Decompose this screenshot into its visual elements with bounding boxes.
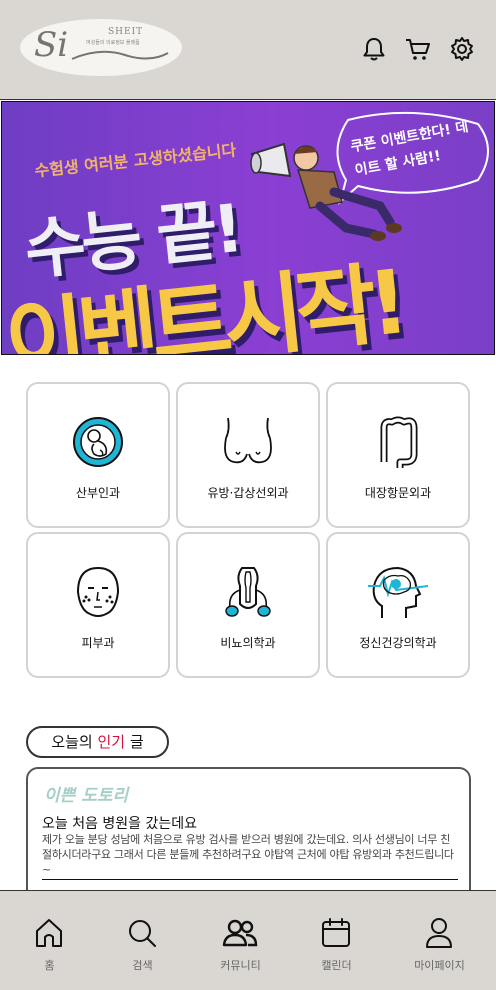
popular-post-card[interactable]: 이쁜 도토리 오늘 처음 병원을 갔는데요 제가 오늘 분당 성남에 처음으로 … [26,767,471,907]
nav-item-mypage[interactable]: 마이페이지 [390,891,489,990]
post-body: 제가 오늘 분당 성남에 처음으로 유방 검사를 받으러 병원에 갔는데요. 의… [42,833,454,876]
app-header: Si SHEIT 여성들의 의료정보 플랫폼 [0,0,496,100]
logo-swoosh [71,50,169,60]
post-author: 이쁜 도토리 [44,786,129,806]
post-divider [42,879,458,880]
nav-label: 커뮤니티 [220,959,261,972]
department-card-urology[interactable]: 비뇨의학과 [176,532,320,678]
post-title: 오늘 처음 병원을 갔는데요 [42,816,198,832]
department-card-breast-thyroid[interactable]: 유방·갑상선외과 [176,382,320,528]
nav-label: 마이페이지 [414,959,465,972]
popular-title-highlight: 인기 [97,733,126,751]
nav-label: 캘린더 [321,959,352,972]
nav-label: 검색 [132,959,153,972]
gear-icon[interactable] [449,36,475,62]
banner-subtitle: 수험생 여러분 고생하셨습니다 [33,140,238,181]
department-card-psychiatry[interactable]: 정신건강의학과 [326,532,470,678]
fetus-icon [73,417,123,467]
megaphone-person-icon [250,142,402,241]
app-logo[interactable]: Si SHEIT 여성들의 의료정보 플랫폼 [20,19,182,76]
department-card-colorectal[interactable]: 대장항문외과 [326,382,470,528]
department-label: 유방·갑상선외과 [207,486,289,500]
nav-item-search[interactable]: 검색 [93,891,192,990]
popular-title-prefix: 오늘의 [51,733,98,751]
bottom-nav: 홈 검색 커뮤니티 캘린더 마이페이지 [0,890,496,990]
department-label: 산부인과 [75,486,121,500]
colon-icon [380,416,418,468]
logo-mark: Si [34,25,69,65]
face-skin-icon [76,566,120,617]
department-label: 비뇨의학과 [220,636,276,650]
department-label: 대장항문외과 [364,486,432,500]
department-card-obgyn[interactable]: 산부인과 [26,382,170,528]
community-icon [222,919,258,947]
department-label: 피부과 [81,636,115,650]
search-icon [129,920,156,947]
brain-icon [368,566,428,618]
nav-item-community[interactable]: 커뮤니티 [191,891,290,990]
department-label: 정신건강의학과 [359,636,437,650]
bell-icon[interactable] [361,36,387,62]
home-icon [36,919,62,947]
urology-icon [225,567,271,617]
nav-label: 홈 [44,959,55,972]
cart-icon[interactable] [405,36,431,62]
event-banner[interactable]: 수험생 여러분 고생하셨습니다 수능 끝! 이벤트시작! 쿠폰 이벤트한다! 데… [1,101,495,355]
nav-item-home[interactable]: 홈 [0,891,99,990]
person-icon [426,918,452,948]
department-card-dermatology[interactable]: 피부과 [26,532,170,678]
popular-section-title: 오늘의 인기 글 [26,726,169,758]
popular-title-suffix: 글 [125,733,144,751]
calendar-icon [322,918,350,947]
breast-icon [224,417,272,464]
nav-item-calendar[interactable]: 캘린더 [287,891,386,990]
logo-word: SHEIT [108,27,144,37]
